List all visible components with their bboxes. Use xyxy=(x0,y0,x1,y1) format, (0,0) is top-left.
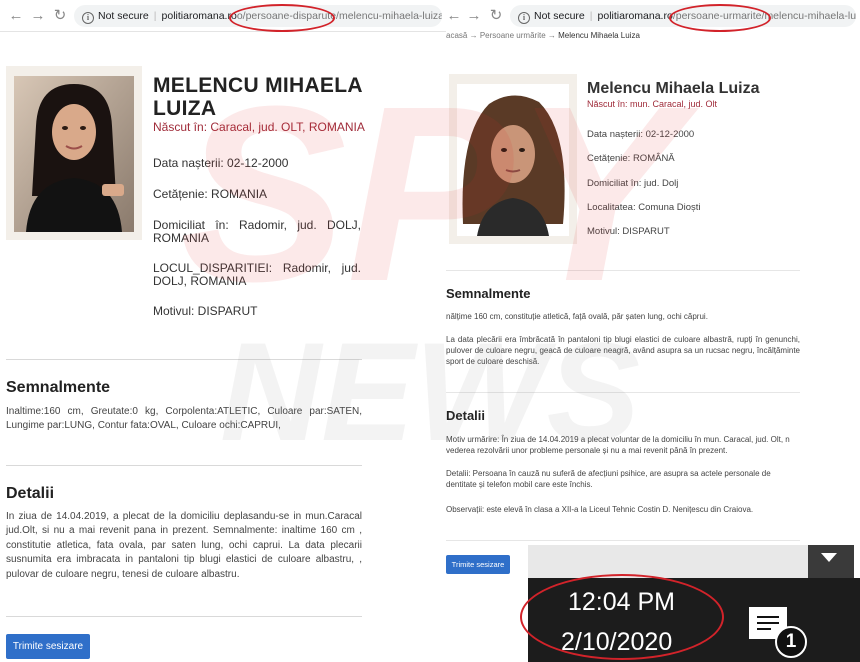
clock-highlight-ellipse xyxy=(520,574,724,660)
divider xyxy=(446,540,800,541)
locality: Localitatea: Comuna Dioști xyxy=(587,202,701,213)
url-highlight-ellipse xyxy=(669,4,771,32)
citizenship: Cetățenie: ROMANIA xyxy=(153,187,268,201)
reload-icon[interactable]: ↻ xyxy=(488,8,504,24)
notification-count-badge: 1 xyxy=(775,626,807,658)
disappearance-place: LOCUL_DISPARITIEI: Radomir, jud. DOLJ, R… xyxy=(153,261,361,288)
url-slug: melencu-mihaela-luiza xyxy=(338,10,442,22)
send-report-button[interactable]: Trimite sesizare xyxy=(6,634,90,659)
portrait-image xyxy=(6,66,142,240)
breadcrumb: acasă → Persoane urmărite → Melencu Miha… xyxy=(446,31,640,40)
details-text-3: Observații: este elevă în clasa a XII-a … xyxy=(446,505,754,514)
reason: Motivul: DISPARUT xyxy=(587,226,670,237)
reason: Motivul: DISPARUT xyxy=(153,304,258,318)
signs-text: Inaltime:160 cm, Greutate:0 kg, Corpolen… xyxy=(6,406,362,431)
birth-place: Născut în: Caracal, jud. OLT, ROMANIA xyxy=(153,120,365,134)
birth-date: Data nașterii: 02-12-2000 xyxy=(153,156,289,170)
breadcrumb-home[interactable]: acasă xyxy=(446,31,467,40)
citizenship: Cetățenie: ROMÂNĂ xyxy=(587,153,675,164)
browser-toolbar: ← → ↻ i Not secure | politiaromana.ro/perso… xyxy=(446,0,860,32)
breadcrumb-wanted-persons[interactable]: Persoane urmărite xyxy=(480,31,546,40)
signs-heading: Semnalmente xyxy=(446,286,531,301)
forward-arrow-icon[interactable]: → xyxy=(30,8,46,24)
signs-text-1: nălțime 160 cm, constituție atletică, fa… xyxy=(446,312,708,321)
security-label: Not secure xyxy=(534,10,585,22)
breadcrumb-current: Melencu Mihaela Luiza xyxy=(558,31,640,40)
portrait-image xyxy=(449,74,577,244)
details-heading: Detalii xyxy=(6,485,55,502)
person-name: Melencu Mihaela Luiza xyxy=(587,80,760,97)
left-browser-window: ← → ↻ i Not secure | politiaromana.roo/pers… xyxy=(0,0,446,662)
send-report-button[interactable]: Trimite sesizare xyxy=(446,555,510,574)
url-slug: melencu-mihaela-luiza xyxy=(764,10,856,22)
url-host: politiaromana.ro xyxy=(597,10,673,22)
details-text-1: Motiv urmărire: În ziua de 14.04.2019 a … xyxy=(446,435,790,455)
birth-place: Născut în: mun. Caracal, jud. Olt xyxy=(587,99,718,109)
person-name: MELENCU MIHAELA LUIZA xyxy=(153,74,363,120)
person-photo xyxy=(449,74,577,244)
divider xyxy=(446,270,800,271)
url-highlight-ellipse xyxy=(229,4,335,32)
forward-arrow-icon[interactable]: → xyxy=(466,8,482,24)
signs-heading: Semnalmente xyxy=(6,379,111,396)
details-heading: Detalii xyxy=(446,408,486,423)
details-text: In ziua de 14.04.2019, a plecat de la do… xyxy=(6,511,362,580)
divider xyxy=(6,616,362,617)
back-arrow-icon[interactable]: ← xyxy=(8,8,24,24)
person-photo xyxy=(6,66,142,240)
details-text-2: Detalii: Persoana în cauză nu suferă de … xyxy=(446,469,771,489)
reload-icon[interactable]: ↻ xyxy=(52,8,68,24)
tray-background xyxy=(528,545,854,578)
domicile: Domiciliat în: jud. Dolj xyxy=(587,178,679,189)
info-icon[interactable]: i xyxy=(518,12,530,24)
signs-text-2: La data plecării era îmbrăcată în pantal… xyxy=(446,335,800,366)
domicile: Domiciliat în: Radomir, jud. DOLJ, ROMAN… xyxy=(153,218,361,245)
browser-toolbar: ← → ↻ i Not secure | politiaromana.roo/pers… xyxy=(0,0,446,32)
birth-date: Data nașterii: 02-12-2000 xyxy=(587,129,695,140)
divider xyxy=(6,465,362,466)
security-label: Not secure xyxy=(98,10,149,22)
back-arrow-icon[interactable]: ← xyxy=(446,8,462,24)
chevron-down-icon[interactable] xyxy=(808,545,854,578)
divider xyxy=(446,392,800,393)
url-host: politiaromana.ro xyxy=(161,10,237,22)
divider xyxy=(6,359,362,360)
info-icon[interactable]: i xyxy=(82,12,94,24)
